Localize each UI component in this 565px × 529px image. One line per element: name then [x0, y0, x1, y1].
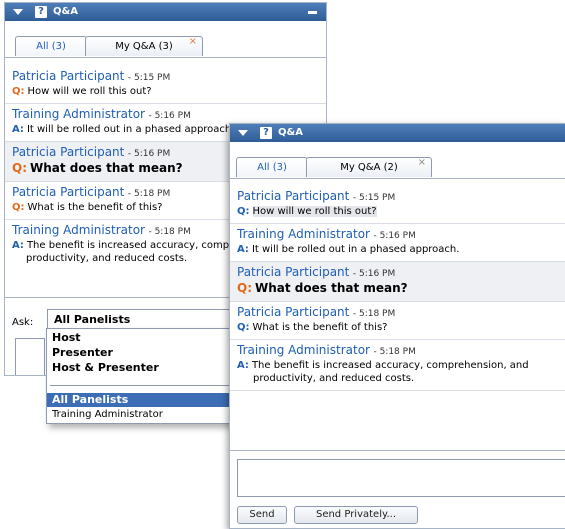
send-button-label: Send — [249, 509, 275, 520]
author-name: Patricia Participant — [237, 265, 350, 279]
panel-title: Q&A — [278, 127, 303, 138]
ask-label: Ask: — [12, 317, 34, 328]
question-prefix: Q: — [237, 206, 250, 217]
qa-item[interactable]: Training Administrator - 5:18 PM A: The b… — [230, 340, 565, 391]
answer-prefix: A: — [12, 124, 24, 135]
qa-titlebar: ? Q&A — [5, 3, 326, 21]
tab-all[interactable]: All (3) — [236, 157, 308, 177]
send-privately-button[interactable]: Send Privately... — [294, 506, 418, 524]
qa-item[interactable]: Patricia Participant - 5:15 PM Q: How wil… — [230, 186, 565, 224]
panel-title: Q&A — [53, 6, 78, 17]
send-privately-button-label: Send Privately... — [315, 509, 397, 520]
dropdown-option-host-presenter[interactable]: Host & Presenter — [47, 361, 245, 375]
qa-icon: ? — [35, 6, 47, 18]
message-text: How will we roll this out? — [27, 86, 152, 97]
qa-item[interactable]: Patricia Participant - 5:18 PM Q: What is… — [230, 302, 565, 340]
message-text: How will we roll this out? — [252, 206, 377, 217]
tab-strip: All (3) My Q&A (3) × — [5, 21, 326, 58]
tab-all[interactable]: All (3) — [15, 36, 87, 56]
dropdown-separator — [50, 385, 242, 386]
question-prefix: Q: — [237, 322, 250, 333]
dropdown-option-presenter[interactable]: Presenter — [47, 346, 245, 360]
message-text: The benefit is increased accuracy, compr — [26, 240, 234, 251]
minimize-icon[interactable] — [308, 11, 317, 14]
tab-all-label: All (3) — [36, 41, 66, 52]
tab-my-qa-label: My Q&A (3) — [115, 41, 173, 52]
message-text: What does that mean? — [30, 161, 183, 175]
message-compose-input[interactable] — [237, 459, 565, 497]
question-prefix: Q: — [12, 161, 27, 175]
ask-recipient-dropdown: Host Presenter Host & Presenter All Pane… — [46, 328, 246, 424]
tab-my-qa[interactable]: My Q&A (2) × — [306, 157, 432, 177]
qa-item-selected[interactable]: Patricia Participant - 5:16 PM Q: What do… — [230, 262, 565, 302]
qa-item[interactable]: Training Administrator - 5:16 PM A: It wi… — [230, 224, 565, 262]
qa-item[interactable]: Patricia Participant - 5:15 PM Q: How wil… — [5, 66, 326, 104]
timestamp: - 5:16 PM — [373, 231, 416, 241]
close-tab-icon[interactable]: × — [418, 153, 426, 172]
message-text: It will be rolled out in a phased approa… — [251, 244, 460, 255]
message-text: It will be rolled out in a phased approa… — [26, 124, 232, 135]
collapse-arrow-icon[interactable] — [238, 130, 248, 136]
answer-prefix: A: — [237, 244, 249, 255]
dropdown-option-all-panelists[interactable]: All Panelists — [47, 393, 245, 407]
message-text-continued: productivity, and reduced costs. — [26, 253, 188, 264]
timestamp: - 5:15 PM — [127, 73, 171, 83]
answer-prefix: A: — [237, 360, 249, 371]
dropdown-option-host[interactable]: Host — [47, 331, 245, 345]
question-prefix: Q: — [12, 86, 25, 97]
dropdown-option-training-administrator[interactable]: Training Administrator — [47, 408, 245, 422]
author-name: Patricia Participant — [237, 305, 350, 319]
author-name: Training Administrator — [237, 343, 370, 357]
timestamp: - 5:18 PM — [148, 227, 191, 237]
qa-icon: ? — [260, 127, 272, 139]
collapse-arrow-icon[interactable] — [13, 9, 23, 15]
message-text-continued: productivity, and reduced costs. — [253, 373, 415, 384]
ask-selected-value: All Panelists — [54, 313, 131, 326]
tab-my-qa[interactable]: My Q&A (3) × — [85, 36, 203, 56]
timestamp: - 5:15 PM — [352, 193, 396, 203]
message-text: The benefit is increased accuracy, compr… — [251, 360, 529, 371]
qa-list: Patricia Participant - 5:15 PM Q: How wil… — [230, 186, 565, 448]
message-text: What is the benefit of this? — [27, 202, 163, 213]
timestamp: - 5:16 PM — [148, 111, 191, 121]
message-text: What does that mean? — [255, 281, 408, 295]
question-prefix: Q: — [12, 202, 25, 213]
author-name: Patricia Participant — [12, 185, 125, 199]
author-name: Patricia Participant — [12, 145, 125, 159]
qa-titlebar: ? Q&A — [230, 124, 565, 142]
timestamp: - 5:18 PM — [127, 189, 171, 199]
timestamp: - 5:18 PM — [352, 309, 396, 319]
send-button[interactable]: Send — [237, 506, 287, 524]
timestamp: - 5:16 PM — [127, 149, 171, 159]
answer-prefix: A: — [12, 240, 24, 251]
message-text: What is the benefit of this? — [252, 322, 388, 333]
author-name: Training Administrator — [12, 107, 145, 121]
question-prefix: Q: — [237, 281, 252, 295]
tab-strip: All (3) My Q&A (2) × — [230, 142, 565, 179]
author-name: Patricia Participant — [237, 189, 350, 203]
author-name: Patricia Participant — [12, 69, 125, 83]
author-name: Training Administrator — [12, 223, 145, 237]
tab-my-qa-label: My Q&A (2) — [340, 162, 398, 173]
timestamp: - 5:18 PM — [373, 347, 416, 357]
question-input[interactable] — [15, 338, 45, 375]
timestamp: - 5:16 PM — [352, 269, 396, 279]
qa-panel-front: ? Q&A All (3) My Q&A (2) × Patricia Part… — [229, 123, 565, 529]
author-name: Training Administrator — [237, 227, 370, 241]
tab-all-label: All (3) — [257, 162, 287, 173]
compose-divider — [230, 450, 565, 451]
close-tab-icon[interactable]: × — [189, 32, 197, 51]
